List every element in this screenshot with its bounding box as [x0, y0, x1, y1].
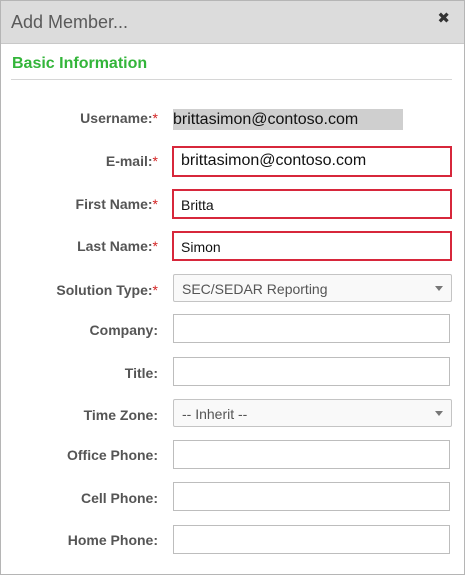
first-name-label: First Name:*: [75, 196, 158, 212]
required-mark: *: [152, 282, 158, 298]
home-phone-field[interactable]: [173, 525, 450, 554]
dialog-title: Add Member...: [11, 12, 129, 32]
required-mark: *: [152, 196, 158, 212]
last-name-label: Last Name:*: [77, 238, 158, 254]
cell-phone-field[interactable]: [173, 482, 450, 511]
solution-type-label: Solution Type:*: [56, 282, 158, 298]
add-member-dialog: Add Member... ✖ Basic Information Userna…: [0, 0, 465, 575]
title-label: Title:: [124, 365, 158, 381]
cell-phone-label: Cell Phone:: [80, 490, 158, 506]
username-label: Username:*: [80, 110, 158, 126]
section-divider: [11, 79, 452, 80]
office-phone-field[interactable]: [173, 440, 450, 469]
section-title: Basic Information: [12, 55, 148, 72]
username-value: brittasimon@contoso.com: [173, 109, 403, 130]
email-label: E-mail:*: [105, 153, 158, 169]
time-zone-label: Time Zone:: [83, 407, 158, 423]
required-mark: *: [152, 110, 158, 126]
chevron-down-icon: [435, 411, 443, 416]
dialog-titlebar: Add Member... ✖: [1, 1, 464, 44]
solution-type-value: SEC/SEDAR Reporting: [182, 281, 328, 297]
time-zone-select[interactable]: -- Inherit --: [173, 399, 452, 427]
close-icon[interactable]: ✖: [437, 9, 450, 27]
time-zone-value: -- Inherit --: [182, 406, 248, 422]
company-field[interactable]: [173, 314, 450, 343]
company-label: Company:: [89, 322, 158, 338]
home-phone-label: Home Phone:: [67, 532, 158, 548]
email-field[interactable]: brittasimon@contoso.com: [172, 146, 452, 177]
title-field[interactable]: [173, 357, 450, 386]
solution-type-select[interactable]: SEC/SEDAR Reporting: [173, 274, 452, 302]
chevron-down-icon: [435, 286, 443, 291]
required-mark: *: [152, 238, 158, 254]
required-mark: *: [152, 153, 158, 169]
first-name-field[interactable]: Britta: [172, 189, 452, 219]
last-name-field[interactable]: Simon: [172, 231, 452, 261]
office-phone-label: Office Phone:: [66, 447, 158, 463]
